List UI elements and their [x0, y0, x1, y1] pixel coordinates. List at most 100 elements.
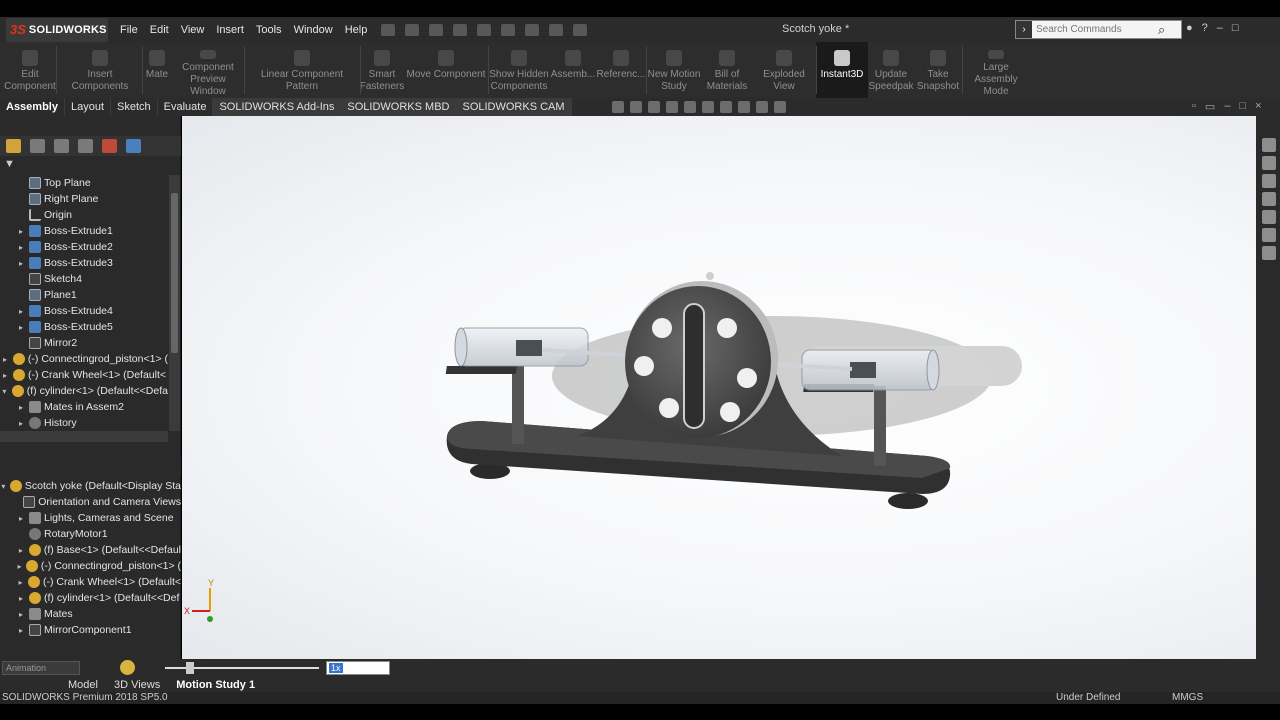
tab-evaluate[interactable]: Evaluate [158, 98, 214, 116]
print-icon[interactable] [477, 23, 492, 36]
tree-item[interactable]: ▸ Boss-Extrude3 [0, 255, 168, 271]
doc-close-icon[interactable]: × [1255, 100, 1261, 113]
doc-maximize-icon[interactable]: □ [1239, 100, 1246, 113]
cam-tab-icon[interactable] [126, 139, 141, 153]
tree-item[interactable]: Right Plane [0, 191, 168, 207]
expand-arrow-icon[interactable]: ▸ [16, 626, 26, 635]
expand-arrow-icon[interactable]: ▸ [16, 243, 26, 252]
tree-item[interactable]: Sketch4 [0, 271, 168, 287]
tree-item[interactable]: ▸ Boss-Extrude5 [0, 319, 168, 335]
cmd-show-hidden-components[interactable]: Show Hidden Components [488, 42, 550, 98]
expand-arrow-icon[interactable]: ▸ [0, 371, 10, 380]
cmd-update-speedpak[interactable]: Update Speedpak [868, 42, 914, 98]
menu-insert[interactable]: Insert [216, 24, 244, 36]
custom-properties-icon[interactable] [1262, 246, 1276, 260]
tree-item[interactable]: ▸ Boss-Extrude4 [0, 303, 168, 319]
options-gear-icon[interactable] [573, 23, 588, 36]
tree-horizontal-scrollbar[interactable] [0, 431, 168, 442]
tree-item[interactable]: ▸ (-) Connectingrod_piston<1> ( [0, 351, 168, 367]
expand-arrow-icon[interactable]: ▸ [16, 514, 26, 523]
tab-layout[interactable]: Layout [65, 98, 112, 116]
menu-view[interactable]: View [181, 24, 205, 36]
rebuild-icon[interactable] [549, 23, 564, 36]
tree-item[interactable]: Orientation and Camera Views [0, 494, 181, 510]
tree-item[interactable]: ▸ (-) Crank Wheel<1> (Default< [0, 367, 168, 383]
expand-arrow-icon[interactable]: ▸ [16, 227, 26, 236]
solidworks-logo[interactable]: 3S SOLIDWORKS [6, 17, 108, 42]
cmd-referenc[interactable]: Referenc... [596, 42, 646, 98]
cmd-move-component[interactable]: Move Component [404, 42, 488, 98]
feature-tree-tab-icon[interactable] [6, 139, 21, 153]
cmd-smart-fasteners[interactable]: Smart Fasteners [360, 42, 404, 98]
pin-icon[interactable] [381, 23, 396, 36]
cmd-exploded-view[interactable]: Exploded View [752, 42, 816, 98]
expand-arrow-icon[interactable]: ▸ [16, 419, 26, 428]
doc-minimize-icon[interactable]: – [1224, 100, 1230, 113]
user-icon[interactable]: ● [1186, 22, 1193, 34]
cmd-mate[interactable]: Mate [142, 42, 172, 98]
tab-cam[interactable]: SOLIDWORKS CAM [456, 98, 572, 116]
menu-file[interactable]: File [120, 24, 138, 36]
tree-item[interactable]: ▸ Boss-Extrude1 [0, 223, 168, 239]
cmd-bill-of-materials[interactable]: Bill of Materials [702, 42, 752, 98]
tree-item[interactable]: ▾ (f) cylinder<1> (Default<<Defa [0, 383, 168, 399]
left-cylinder[interactable] [454, 327, 589, 367]
expand-arrow-icon[interactable]: ▸ [0, 355, 10, 364]
tree-item[interactable]: ▸ Mates [0, 606, 181, 622]
scene-icon[interactable] [756, 101, 768, 113]
tree-item[interactable]: ▸ (-) Crank Wheel<1> (Default< [0, 574, 181, 590]
tile-icon[interactable]: ▫ [1192, 100, 1196, 113]
undo-icon[interactable] [501, 23, 516, 36]
tab-assembly[interactable]: Assembly [0, 98, 65, 116]
edit-appearance-icon[interactable] [738, 101, 750, 113]
new-file-icon[interactable] [405, 23, 420, 36]
status-units[interactable]: MMGS [1172, 692, 1203, 703]
save-icon[interactable] [453, 23, 468, 36]
expand-arrow-icon[interactable]: ▸ [16, 610, 26, 619]
tree-item[interactable]: ▸ Lights, Cameras and Scene [0, 510, 181, 526]
tree-item[interactable]: Origin [0, 207, 168, 223]
expand-arrow-icon[interactable]: ▾ [0, 387, 9, 396]
command-search-icon[interactable]: › [1016, 21, 1032, 38]
expand-arrow-icon[interactable]: ▸ [16, 259, 26, 268]
expand-arrow-icon[interactable]: ▸ [16, 594, 26, 603]
tab-3d-views[interactable]: 3D Views [106, 679, 168, 691]
tree-item[interactable]: ▸ (f) cylinder<1> (Default<<Def [0, 590, 181, 606]
configuration-tab-icon[interactable] [54, 139, 69, 153]
playback-speed-select[interactable]: 1x [326, 661, 390, 675]
tab-mbd[interactable]: SOLIDWORKS MBD [341, 98, 457, 116]
crank-wheel[interactable] [625, 272, 778, 438]
tree-item[interactable]: Plane1 [0, 287, 168, 303]
minimize-icon[interactable]: – [1217, 22, 1223, 34]
display-manager-tab-icon[interactable] [102, 139, 117, 153]
dimxpert-tab-icon[interactable] [78, 139, 93, 153]
tree-item[interactable]: ▾ Scotch yoke (Default<Display Sta [0, 478, 181, 494]
expand-arrow-icon[interactable]: ▸ [16, 562, 23, 571]
restore-icon[interactable]: ▭ [1205, 100, 1215, 113]
help-icon[interactable]: ? [1202, 22, 1208, 34]
tree-item[interactable]: ▸ MirrorComponent1 [0, 622, 181, 638]
tab-motion-study-1[interactable]: Motion Study 1 [168, 679, 263, 691]
tree-item[interactable]: ▸ (-) Connectingrod_piston<1> ( [0, 558, 181, 574]
zoom-fit-icon[interactable] [612, 101, 624, 113]
tree-vertical-scrollbar[interactable] [169, 175, 180, 431]
expand-arrow-icon[interactable]: ▸ [16, 403, 26, 412]
tree-item[interactable]: RotaryMotor1 [0, 526, 181, 542]
menu-window[interactable]: Window [294, 24, 333, 36]
cmd-take-snapshot[interactable]: Take Snapshot [914, 42, 962, 98]
zoom-area-icon[interactable] [630, 101, 642, 113]
cmd-edit-component[interactable]: Edit Component [4, 42, 56, 98]
view-palette-icon[interactable] [1262, 210, 1276, 224]
study-type-select[interactable]: Animation [2, 661, 80, 675]
tab-sketch[interactable]: Sketch [111, 98, 158, 116]
section-view-icon[interactable] [666, 101, 678, 113]
play-button[interactable] [120, 660, 135, 675]
expand-arrow-icon[interactable]: ▾ [0, 482, 7, 491]
property-manager-tab-icon[interactable] [30, 139, 45, 153]
filter-icon[interactable]: ▼ [4, 158, 15, 170]
cmd-instant3d[interactable]: Instant3D [816, 42, 868, 98]
open-file-icon[interactable] [429, 23, 444, 36]
tree-item[interactable]: Mirror2 [0, 335, 168, 351]
menu-tools[interactable]: Tools [256, 24, 282, 36]
tree-item[interactable]: ▸ History [0, 415, 168, 431]
